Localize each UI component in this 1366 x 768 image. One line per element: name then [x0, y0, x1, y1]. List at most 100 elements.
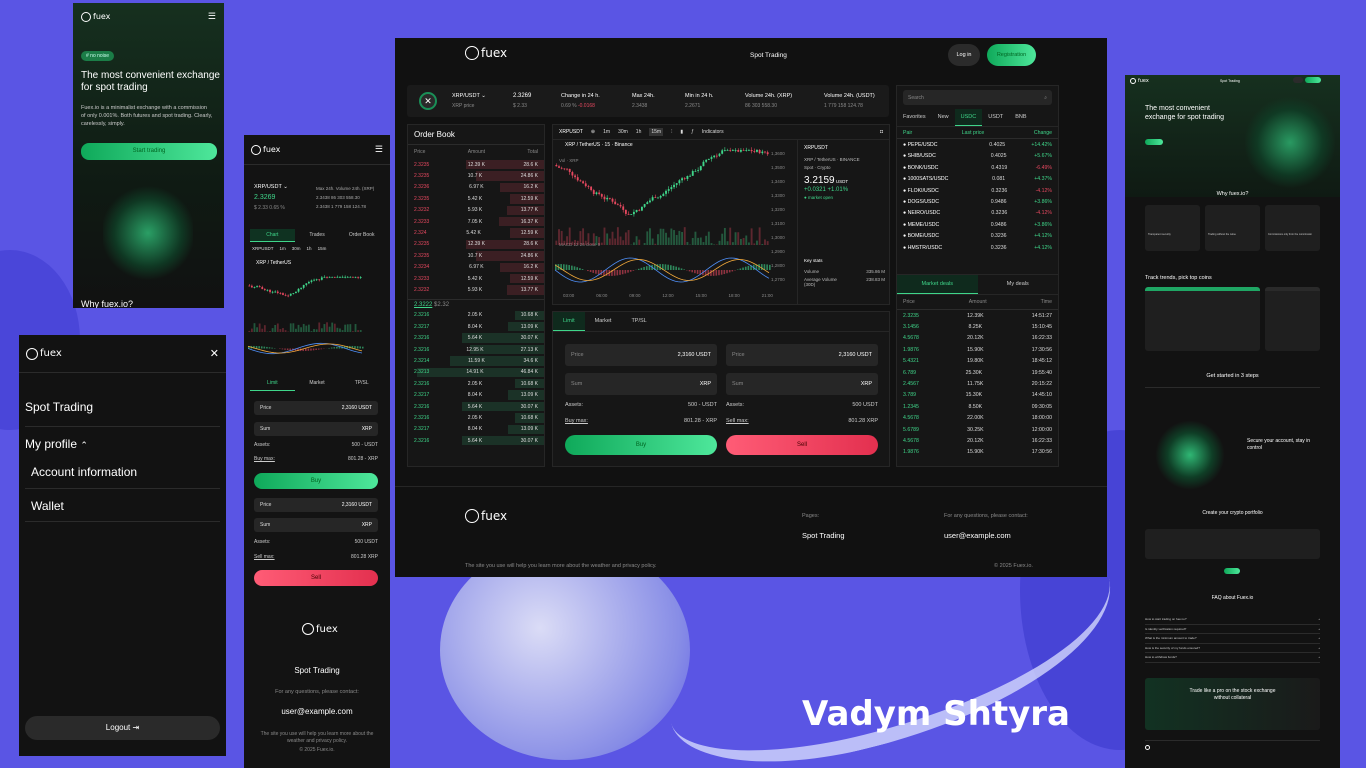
pair-selector[interactable]: XRP/USDT ⌄: [254, 184, 288, 190]
timeframe-1h[interactable]: 1h: [307, 246, 312, 251]
timeframe-15m[interactable]: 15m: [318, 246, 327, 251]
logo[interactable]: fuex: [251, 144, 280, 155]
change-header[interactable]: Change: [1034, 130, 1052, 136]
order-book-row[interactable]: 2.3232 5.93 K 13.77 K: [408, 284, 544, 295]
pair-row[interactable]: ● DOGS/USDC 0.9486 +3.86%: [897, 196, 1058, 207]
menu-item-spot-trading[interactable]: Spot Trading: [25, 400, 93, 414]
logo[interactable]: fuex: [26, 347, 62, 360]
registration-button[interactable]: [1305, 77, 1321, 83]
indicators-button[interactable]: Indicators: [702, 129, 724, 135]
nav-title[interactable]: Spot Trading: [750, 52, 787, 59]
buy-price-input[interactable]: Price 2,3160 USDT: [565, 344, 717, 366]
chart-symbol[interactable]: XRPUSDT: [252, 246, 274, 251]
order-book-row[interactable]: 2.3235 10.7 K 24.86 K: [408, 170, 544, 181]
order-book-row[interactable]: 2.3235 12.39 K 28.6 K: [408, 239, 544, 250]
sell-button[interactable]: Sell: [254, 570, 378, 586]
start-trading-button[interactable]: [1145, 139, 1163, 145]
buy-sum-input[interactable]: Sum XRP: [254, 422, 378, 436]
chart-symbol[interactable]: XRPUSDT: [559, 129, 583, 135]
pair-row[interactable]: ● SHIB/USDC 0.4025 +5.67%: [897, 151, 1058, 162]
sell-price-input[interactable]: Price 2,3160 USDT: [254, 498, 378, 512]
order-book-row[interactable]: 2.3235 10.7 K 24.86 K: [408, 250, 544, 261]
tab-market-deals[interactable]: Market deals: [897, 275, 978, 294]
sell-sum-input[interactable]: Sum XRP: [254, 518, 378, 532]
tab-new[interactable]: New: [932, 109, 955, 126]
nav-title[interactable]: Spot Trading: [1220, 79, 1240, 83]
order-book-row[interactable]: 2.324 5.42 K 12.59 K: [408, 227, 544, 238]
faq-item[interactable]: How is the security of my funds ensured?…: [1145, 644, 1320, 653]
tab-usdt[interactable]: USDT: [982, 109, 1009, 126]
order-book-row[interactable]: 2.3217 8.04 K 13.09 K: [408, 389, 544, 400]
tab-usdc[interactable]: USDC: [954, 109, 983, 126]
tab-tpsl[interactable]: TP/SL: [621, 312, 656, 331]
tab-tpsl[interactable]: TP/SL: [339, 376, 384, 391]
pair-row[interactable]: ● 1000SATS/USDC 0.081 +4.37%: [897, 174, 1058, 185]
order-book-row[interactable]: 2.3216 2.05 K 10.68 K: [408, 412, 544, 423]
pair-row[interactable]: ● HMSTR/USDC 0.3236 +4.12%: [897, 242, 1058, 253]
menu-item-my-profile[interactable]: My profile ⌃: [25, 437, 88, 451]
pair-row[interactable]: ● FLOKI/USDC 0.3236 -4.12%: [897, 185, 1058, 196]
buy-button[interactable]: Buy: [254, 473, 378, 489]
logo[interactable]: fuex: [1130, 78, 1149, 84]
order-book-row[interactable]: 2.3216 5.64 K 30.07 K: [408, 332, 544, 343]
footer-link-spot-trading[interactable]: Spot Trading: [802, 531, 845, 540]
order-book-row[interactable]: 2.3236 6.97 K 16.2 K: [408, 182, 544, 193]
tab-limit[interactable]: Limit: [553, 312, 585, 331]
tab-market[interactable]: Market: [585, 312, 622, 331]
order-book-row[interactable]: 2.3235 5.42 K 12.59 K: [408, 193, 544, 204]
order-book-row[interactable]: 2.3216 5.64 K 30.07 K: [408, 435, 544, 446]
order-book-row[interactable]: 2.3216 5.64 K 30.07 K: [408, 401, 544, 412]
timeframe-1h[interactable]: 1h: [636, 129, 642, 135]
mobile-candle-chart[interactable]: [248, 268, 382, 363]
tab-bnb[interactable]: BNB: [1009, 109, 1032, 126]
submenu-account-information[interactable]: Account information: [31, 465, 137, 479]
login-button[interactable]: [1293, 77, 1303, 83]
order-book-row[interactable]: 2.3216 2.05 K 10.68 K: [408, 310, 544, 321]
indicators-icon[interactable]: ƒ: [691, 129, 694, 135]
timeframe-15m[interactable]: 15m: [649, 128, 664, 136]
camera-icon[interactable]: ◘: [880, 129, 883, 135]
start-trading-button[interactable]: Start trading: [81, 143, 217, 160]
tab-favorites[interactable]: Favorites: [897, 109, 932, 126]
timeframe-30m[interactable]: 30m: [618, 129, 628, 135]
tab-chart[interactable]: Chart: [250, 229, 295, 242]
footer-email[interactable]: user@example.com: [944, 531, 1011, 540]
tab-order-book[interactable]: Order Book: [339, 229, 384, 242]
sell-button[interactable]: Sell: [726, 435, 878, 455]
faq-item[interactable]: How to withdraw funds? +: [1145, 653, 1320, 663]
footer-logo[interactable]: [1145, 745, 1150, 750]
registration-button[interactable]: Registration: [987, 44, 1036, 66]
pair-row[interactable]: ● BOME/USDC 0.3236 +4.12%: [897, 231, 1058, 242]
search-input[interactable]: Search ⌕: [903, 90, 1052, 105]
order-book-row[interactable]: 2.3234 6.97 K 16.2 K: [408, 262, 544, 273]
pair-row[interactable]: ● PEPE/USDC 0.4025 +14.42%: [897, 139, 1058, 150]
buy-price-input[interactable]: Price 2,3160 USDT: [254, 401, 378, 415]
faq-item[interactable]: What is the minimum amount to trade? +: [1145, 634, 1320, 644]
tab-trades[interactable]: Trades: [295, 229, 340, 242]
footer-link-spot-trading[interactable]: Spot Trading: [244, 666, 390, 675]
pair-row[interactable]: ● MEME/USDC 0.9486 +3.86%: [897, 219, 1058, 230]
order-book-row[interactable]: 2.3217 8.04 K 13.09 K: [408, 321, 544, 332]
tab-my-deals[interactable]: My deals: [978, 275, 1059, 294]
login-button[interactable]: Log in: [948, 44, 980, 66]
logo[interactable]: fuex: [81, 11, 110, 22]
buy-sum-input[interactable]: Sum XRP: [565, 373, 717, 395]
order-book-row[interactable]: 2.3235 12.39 K 28.6 K: [408, 159, 544, 170]
pair-row[interactable]: ● NEIRO/USDC 0.3236 -4.12%: [897, 208, 1058, 219]
sell-sum-input[interactable]: Sum XRP: [726, 373, 878, 395]
submenu-wallet[interactable]: Wallet: [31, 499, 64, 513]
bar-type-icon[interactable]: ⫶: [671, 129, 672, 135]
timeframe-1m[interactable]: 1m: [280, 246, 286, 251]
tab-market[interactable]: Market: [295, 376, 340, 391]
footer-email[interactable]: user@example.com: [244, 707, 390, 716]
ticker-pair[interactable]: XRP/USDT ⌄: [452, 93, 486, 99]
order-book-row[interactable]: 2.3233 7.05 K 16.37 K: [408, 216, 544, 227]
footer-logo[interactable]: fuex: [465, 509, 507, 523]
pair-row[interactable]: ● BONK/USDC 0.4319 -6.49%: [897, 162, 1058, 173]
add-icon[interactable]: ⊕: [591, 129, 595, 135]
menu-icon[interactable]: ☰: [375, 144, 383, 155]
logout-button[interactable]: Logout ⇥: [25, 716, 220, 740]
buy-button[interactable]: Buy: [565, 435, 717, 455]
portfolio-button[interactable]: [1224, 568, 1240, 574]
candles-icon[interactable]: ▮: [680, 129, 683, 135]
